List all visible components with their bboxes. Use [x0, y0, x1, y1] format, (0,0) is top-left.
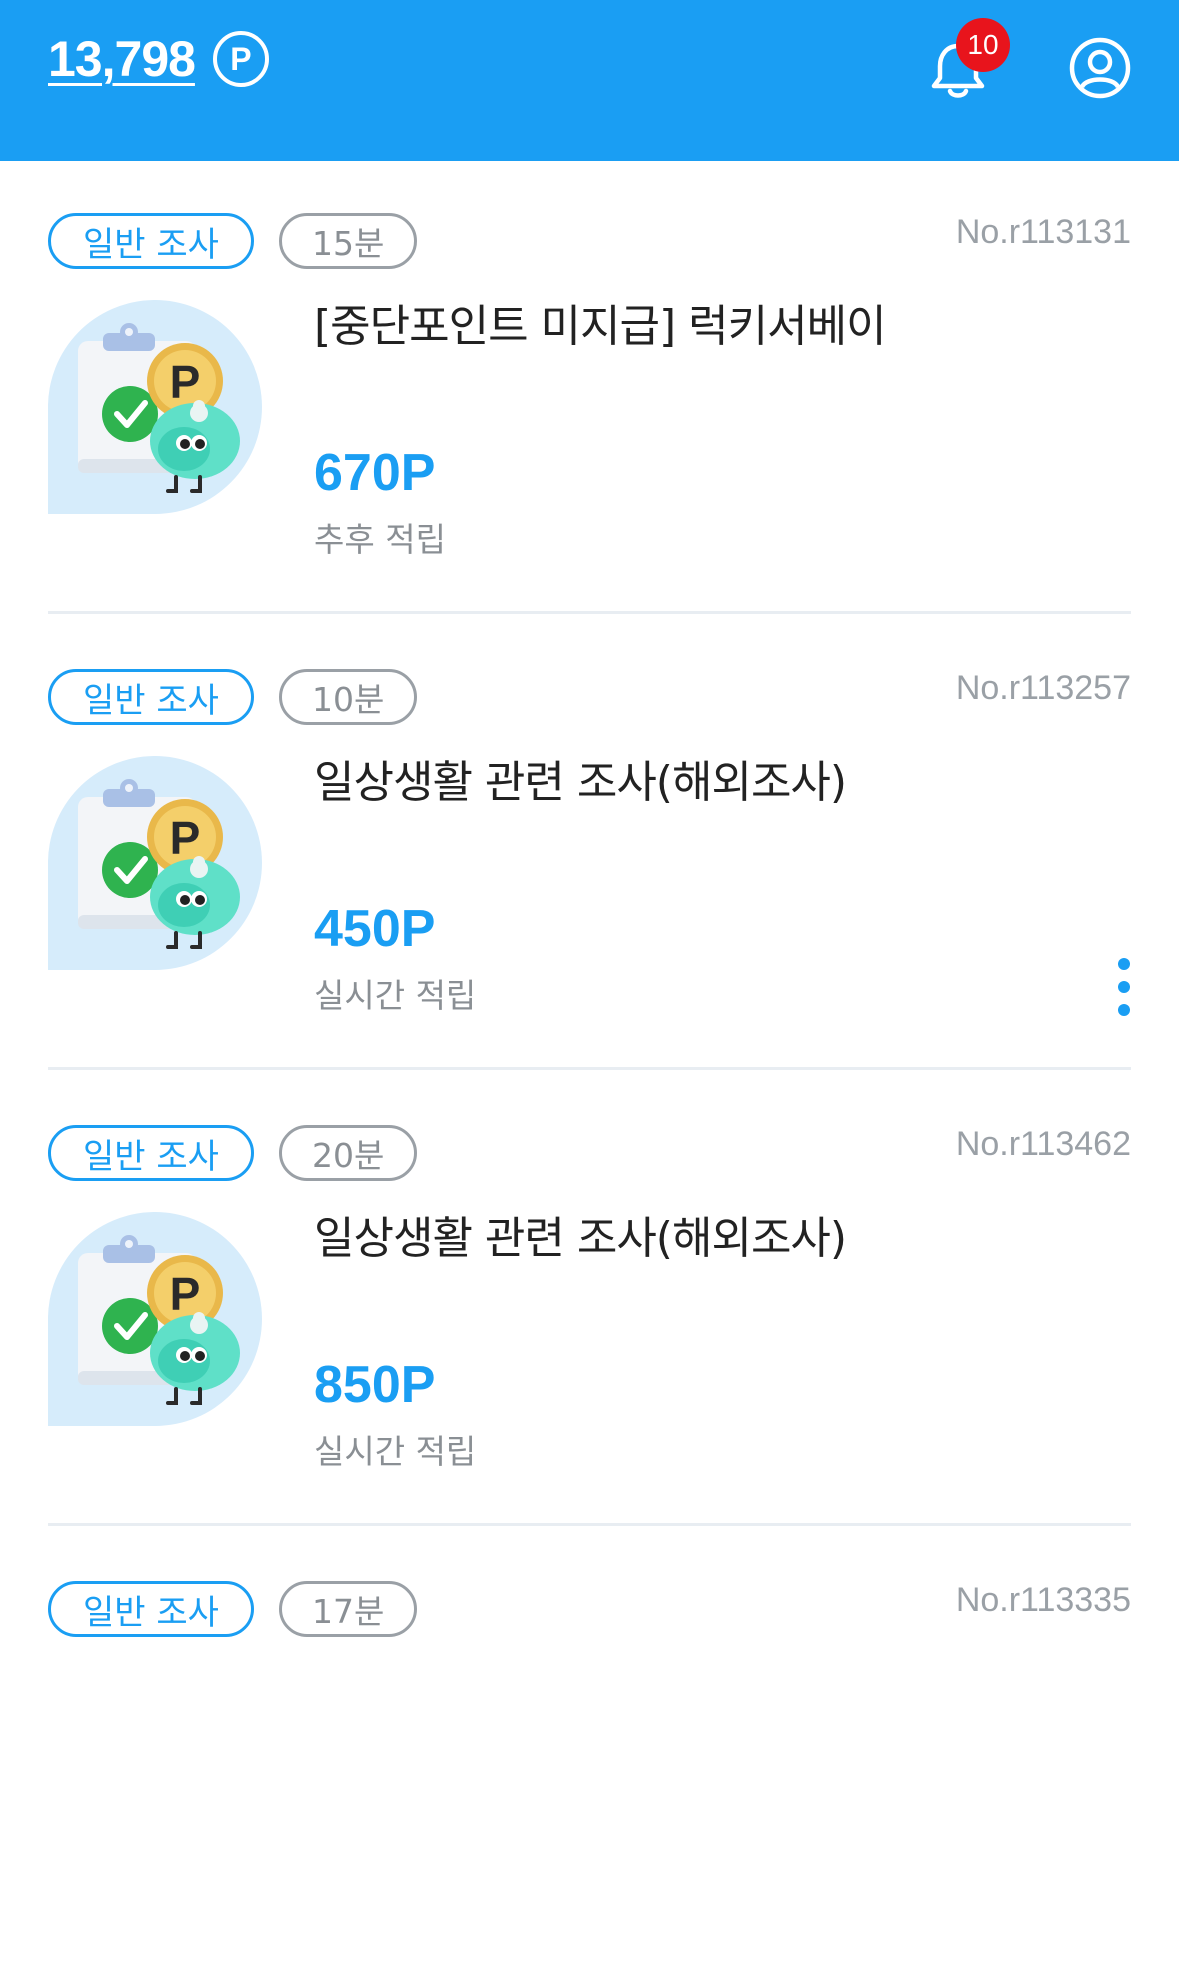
survey-reward: 670P [314, 444, 436, 502]
survey-duration-tag: 10분 [279, 669, 418, 725]
survey-pay-timing: 실시간 적립 [314, 976, 477, 1015]
survey-type-tag: 일반 조사 [48, 1125, 254, 1181]
survey-reward: 850P [314, 1356, 436, 1414]
user-profile-icon[interactable] [1068, 36, 1132, 100]
survey-duration-tag: 17분 [279, 1581, 418, 1637]
app-header: 13,798 P 10 [0, 0, 1179, 161]
survey-card[interactable]: 일반 조사 20분 No.r113462 일상생활 관련 조사(해외조사) 85… [48, 1070, 1131, 1526]
survey-card[interactable]: 일반 조사 17분 No.r113335 [48, 1526, 1131, 1982]
points-balance[interactable]: 13,798 P [48, 30, 269, 88]
points-value[interactable]: 13,798 [48, 30, 196, 88]
survey-type-tag: 일반 조사 [48, 1581, 254, 1637]
survey-title[interactable]: 일상생활 관련 조사(해외조사) [314, 1202, 847, 1266]
survey-title[interactable]: 일상생활 관련 조사(해외조사) [314, 746, 847, 810]
survey-thumbnail-icon [48, 299, 263, 514]
survey-card[interactable]: 일반 조사 10분 No.r113257 일상생활 관련 조사(해외조사) 45… [48, 614, 1131, 1070]
survey-pay-timing: 실시간 적립 [314, 1432, 477, 1471]
points-unit-icon: P [212, 31, 269, 87]
more-options-icon[interactable] [1115, 955, 1133, 1025]
survey-number: No.r113257 [955, 669, 1131, 707]
survey-duration-tag: 20분 [279, 1125, 418, 1181]
survey-title[interactable]: [중단포인트 미지급] 럭키서베이 [314, 290, 887, 354]
survey-type-tag: 일반 조사 [48, 213, 254, 269]
notification-count-badge: 10 [956, 18, 1010, 72]
survey-number: No.r113462 [955, 1125, 1131, 1163]
survey-number: No.r113131 [955, 213, 1131, 251]
survey-thumbnail-icon [48, 755, 263, 970]
survey-card[interactable]: 일반 조사 15분 No.r113131 [중단포인트 미지급] 럭키서베이 6… [48, 158, 1131, 614]
survey-reward: 450P [314, 900, 436, 958]
survey-thumbnail-icon [48, 1211, 263, 1426]
survey-number: No.r113335 [955, 1581, 1131, 1619]
survey-duration-tag: 15분 [279, 213, 418, 269]
survey-type-tag: 일반 조사 [48, 669, 254, 725]
survey-pay-timing: 추후 적립 [314, 520, 446, 559]
